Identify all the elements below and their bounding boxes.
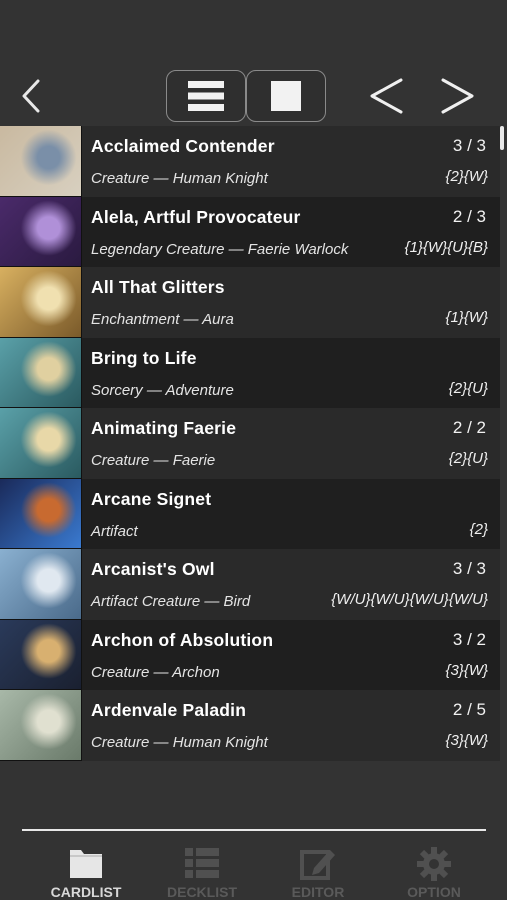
card-art-thumbnail: [0, 267, 82, 338]
card-mana-cost: {1}{W}: [445, 309, 488, 326]
edit-icon: [300, 850, 335, 880]
list-view-icon: [188, 81, 224, 111]
card-type-line: Sorcery — Adventure: [91, 381, 234, 399]
next-button[interactable]: [436, 72, 480, 120]
card-name: Arcanist's Owl: [91, 559, 215, 579]
card-name: All That Glitters: [91, 277, 225, 297]
top-bar: [0, 66, 507, 124]
card-type-line: Creature — Faerie: [91, 452, 216, 469]
card-info: All That Glitters Enchantment — Aura {1}{W…: [82, 267, 500, 338]
card-mana-cost: {W/U}{W/U}{W/U}{W/U}: [331, 591, 488, 608]
card-art-thumbnail: [0, 196, 82, 267]
back-button[interactable]: [14, 76, 48, 116]
card-type-line: Creature — Human Knight: [91, 734, 268, 751]
card-power-toughness: 3 / 3: [452, 136, 486, 155]
card-row[interactable]: Archon of Absolution 3 / 2 Creature — Arch…: [0, 619, 500, 691]
card-type-line: Legendary Creature — Faerie Warlock: [91, 240, 349, 258]
card-name: Animating Faerie: [91, 418, 237, 438]
card-mana-cost: {1}{W}{U}{B}: [404, 238, 488, 256]
card-row[interactable]: Ardenvale Paladin 2 / 5 Creature — Human K…: [0, 690, 500, 761]
card-mana-cost: {3}{W}: [445, 732, 488, 749]
single-card-view-icon: [271, 81, 301, 111]
chevron-left-icon: [370, 78, 403, 114]
card-power-toughness: 2 / 3: [452, 206, 486, 226]
gear-icon: [417, 847, 451, 881]
card-row[interactable]: Bring to Life Sorcery — Adventure {2}{U}: [0, 337, 500, 409]
card-mana-cost: {3}{W}: [445, 661, 488, 679]
folder-icon: [70, 850, 102, 878]
tab-cardlist[interactable]: CARDLIST: [26, 840, 146, 900]
card-row[interactable]: Acclaimed Contender 3 / 3 Creature — Human…: [0, 126, 500, 197]
card-info: Arcane Signet Artifact {2}: [82, 479, 500, 550]
card-name: Acclaimed Contender: [91, 136, 275, 156]
card-art-thumbnail: [0, 690, 82, 761]
card-type-line: Creature — Human Knight: [91, 170, 268, 187]
card-mana-cost: {2}{W}: [445, 168, 488, 185]
tab-option[interactable]: OPTION: [374, 840, 494, 900]
card-power-toughness: 2 / 2: [452, 418, 486, 437]
tab-decklist[interactable]: DECKLIST: [142, 840, 262, 900]
card-name: Arcane Signet: [91, 488, 212, 509]
card-art-thumbnail: [0, 478, 82, 549]
previous-button[interactable]: [364, 72, 408, 120]
card-art-thumbnail: [0, 126, 82, 197]
card-type-line: Enchantment — Aura: [91, 311, 234, 328]
card-info: Bring to Life Sorcery — Adventure {2}{U}: [82, 338, 500, 409]
card-info: Ardenvale Paladin 2 / 5 Creature — Human K…: [82, 690, 500, 761]
card-list[interactable]: Acclaimed Contender 3 / 3 Creature — Human…: [0, 126, 500, 768]
card-view-button[interactable]: [246, 70, 326, 122]
card-mana-cost: {2}: [469, 520, 488, 538]
scrollbar[interactable]: [500, 126, 504, 150]
card-mana-cost: {2}{U}: [448, 450, 488, 467]
card-name: Ardenvale Paladin: [91, 700, 247, 720]
card-info: Arcanist's Owl 3 / 3 Artifact Creature — B…: [82, 549, 500, 620]
card-info: Archon of Absolution 3 / 2 Creature — Arch…: [82, 620, 500, 691]
card-art-thumbnail: [0, 549, 82, 620]
tab-label: CARDLIST: [50, 884, 122, 900]
card-name: Alela, Artful Provocateur: [91, 206, 301, 227]
tab-editor[interactable]: EDITOR: [258, 840, 378, 900]
card-art-thumbnail: [0, 337, 82, 408]
card-info: Animating Faerie 2 / 2 Creature — Faerie {2…: [82, 408, 500, 479]
card-power-toughness: 3 / 3: [452, 559, 486, 578]
card-row[interactable]: Alela, Artful Provocateur 2 / 3 Legendary …: [0, 196, 500, 268]
divider: [22, 829, 486, 831]
card-name: Bring to Life: [91, 347, 197, 368]
view-mode-toggle: [166, 70, 326, 122]
card-mana-cost: {2}{U}: [448, 379, 488, 397]
bottom-tab-bar: CARDLIST DECKLIST EDITOR OPTION: [0, 840, 507, 900]
card-info: Acclaimed Contender 3 / 3 Creature — Human…: [82, 126, 500, 197]
card-row[interactable]: Arcanist's Owl 3 / 3 Artifact Creature — B…: [0, 549, 500, 620]
card-info: Alela, Artful Provocateur 2 / 3 Legendary …: [82, 197, 500, 268]
card-art-thumbnail: [0, 619, 82, 690]
chevron-right-icon: [441, 78, 474, 114]
card-name: Archon of Absolution: [91, 629, 274, 650]
card-type-line: Artifact Creature — Bird: [91, 593, 251, 610]
tab-label: DECKLIST: [167, 884, 237, 900]
card-row[interactable]: All That Glitters Enchantment — Aura {1}{W…: [0, 267, 500, 338]
card-type-line: Artifact: [91, 522, 138, 540]
list-icon: [185, 848, 219, 878]
tab-label: OPTION: [407, 884, 461, 900]
card-power-toughness: 3 / 2: [452, 629, 486, 649]
card-type-line: Creature — Archon: [91, 663, 220, 681]
card-art-thumbnail: [0, 408, 82, 479]
card-power-toughness: 2 / 5: [452, 700, 486, 719]
card-row[interactable]: Animating Faerie 2 / 2 Creature — Faerie {2…: [0, 408, 500, 479]
chevron-left-icon: [22, 79, 40, 113]
list-view-button[interactable]: [166, 70, 246, 122]
tab-label: EDITOR: [291, 884, 345, 900]
card-row[interactable]: Arcane Signet Artifact {2}: [0, 478, 500, 550]
